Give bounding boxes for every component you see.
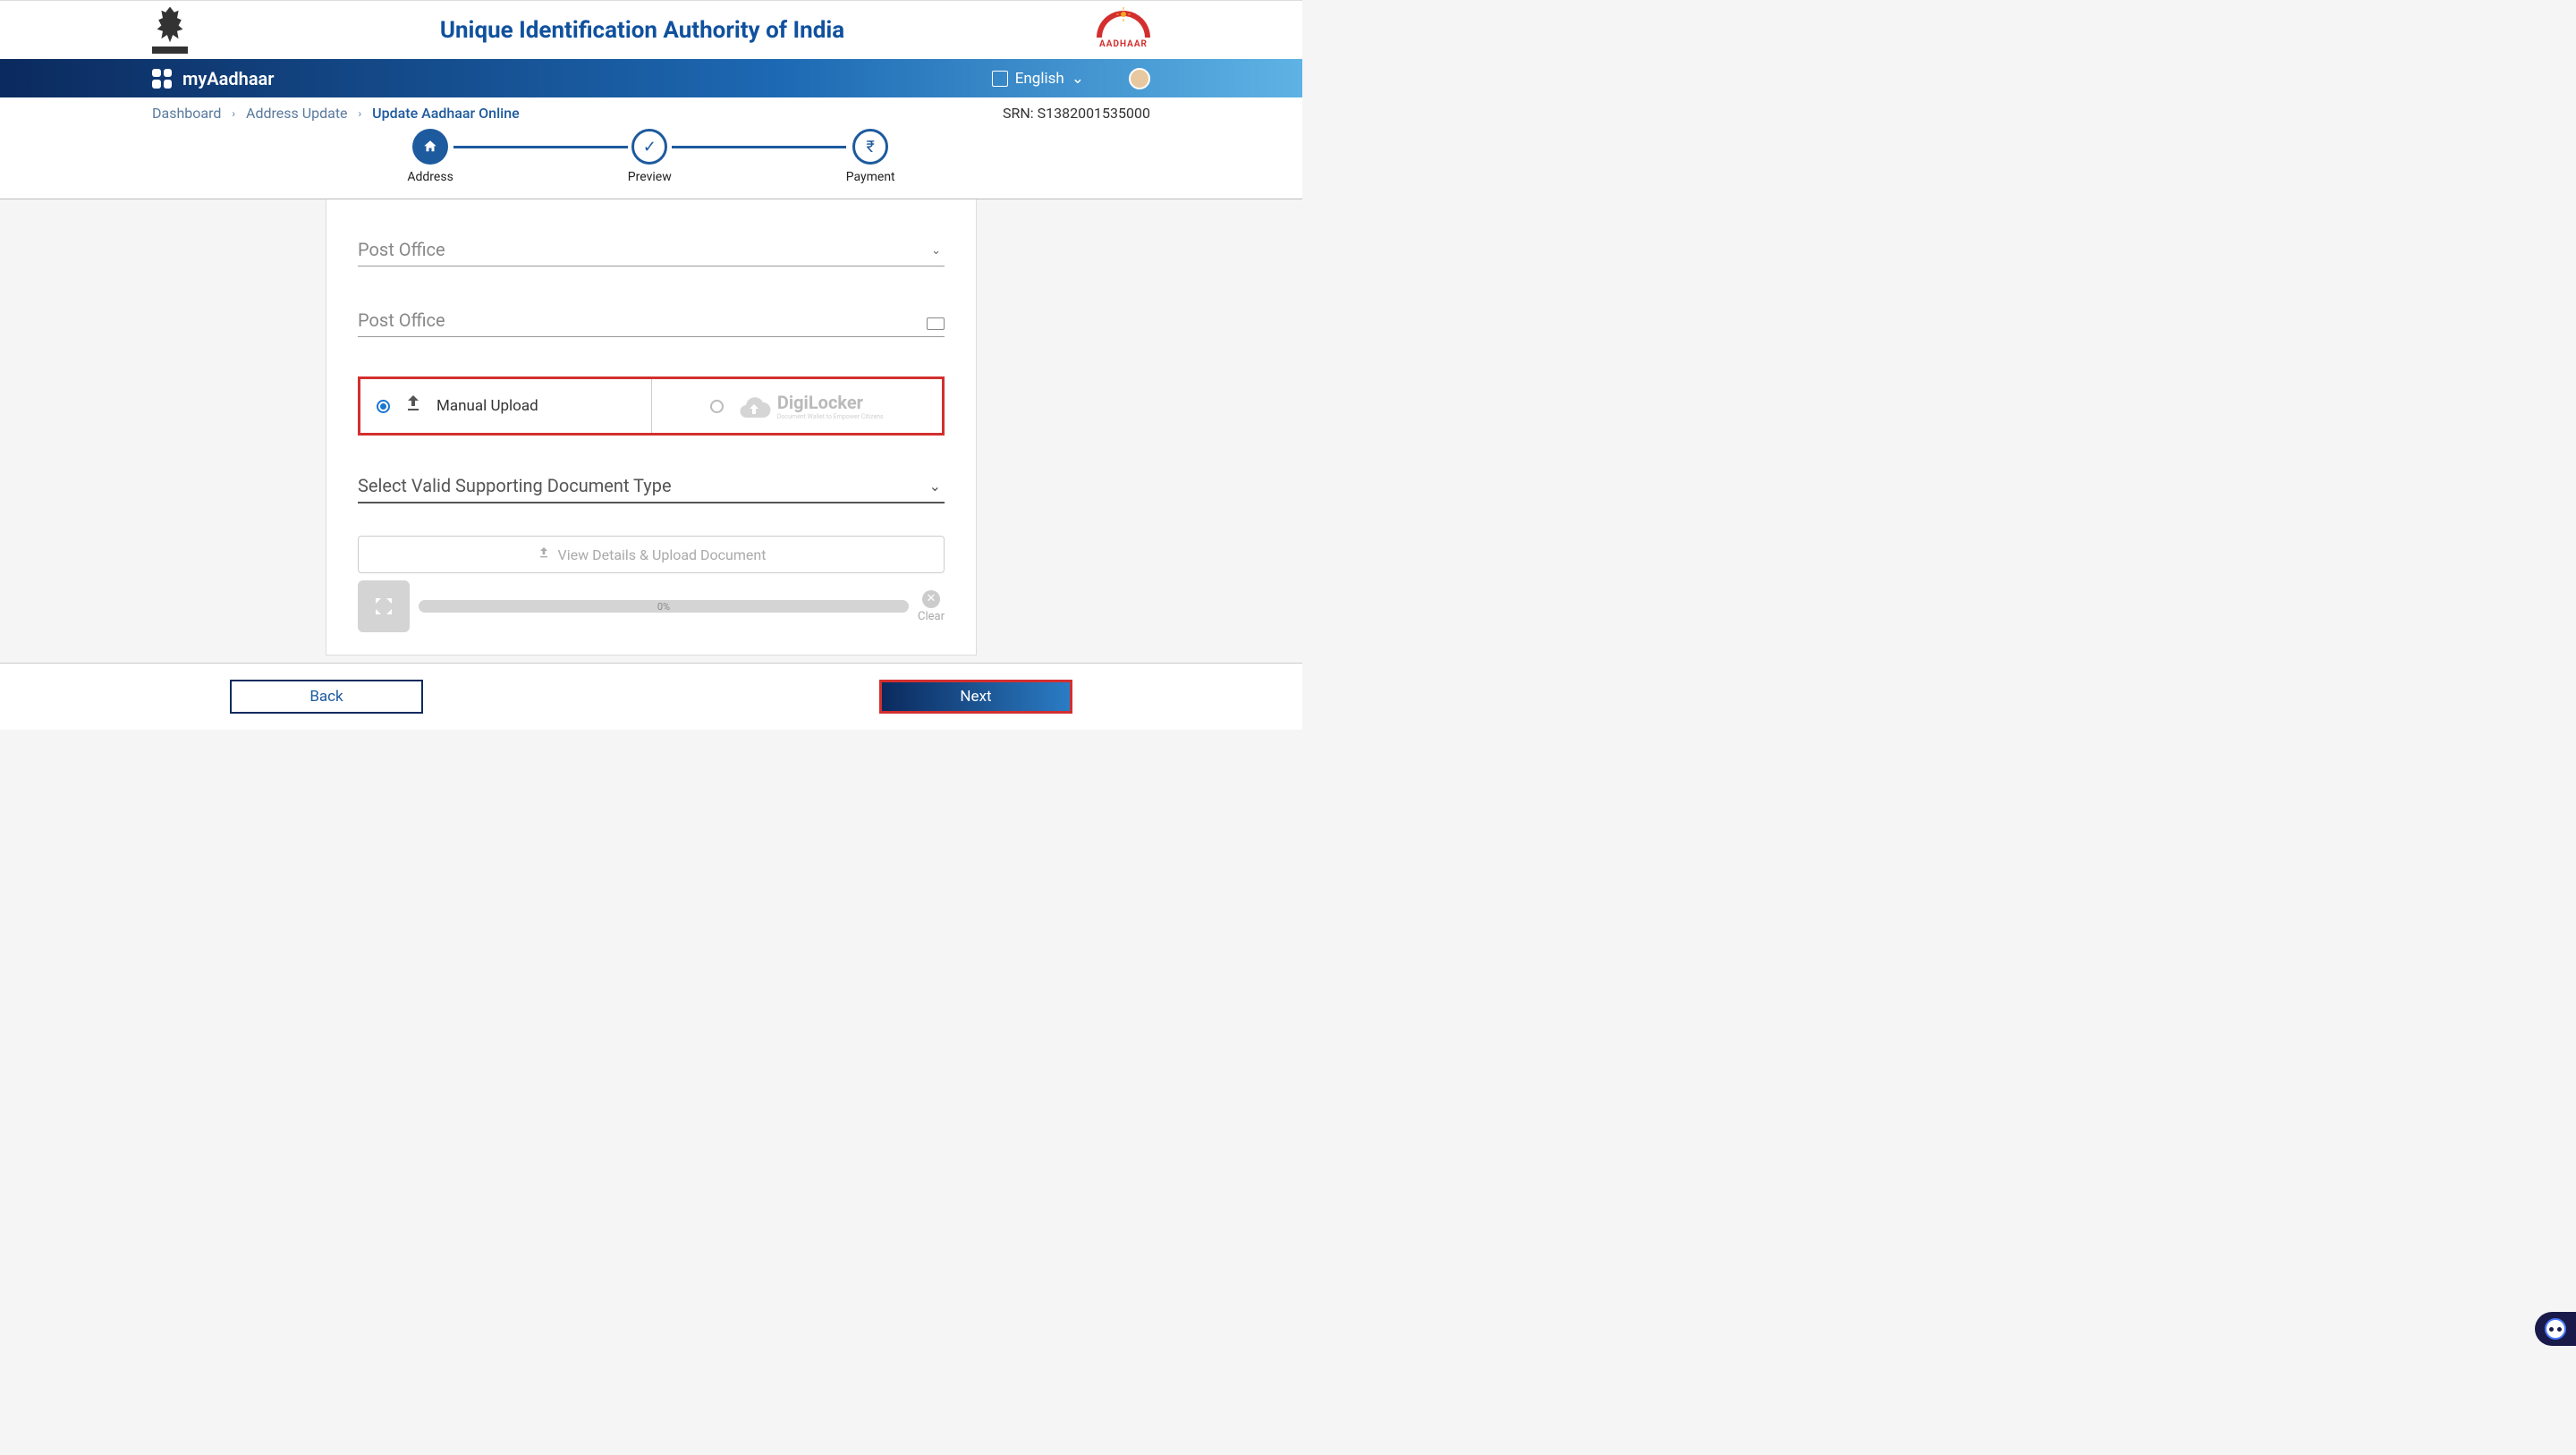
back-button[interactable]: Back: [230, 680, 423, 714]
document-type-label: Select Valid Supporting Document Type: [358, 475, 945, 503]
chevron-right-icon: ›: [359, 107, 362, 120]
aadhaar-rays-icon: [1097, 11, 1150, 38]
top-header: Unique Identification Authority of India…: [0, 0, 1302, 59]
upload-icon: [537, 546, 551, 563]
upload-method-options: Manual Upload DigiLocker Document Wallet…: [358, 376, 945, 436]
footer-actions: Back Next: [0, 663, 1302, 730]
document-type-select[interactable]: Select Valid Supporting Document Type ⌄: [358, 475, 945, 503]
step-label: Payment: [846, 170, 895, 184]
home-icon: [412, 129, 448, 165]
close-icon: ✕: [922, 590, 940, 608]
chevron-down-icon: ⌄: [931, 244, 941, 258]
emblem-icon: [156, 7, 184, 45]
breadcrumb-item-current: Update Aadhaar Online: [372, 105, 520, 122]
clear-upload-button[interactable]: ✕ Clear: [918, 590, 945, 623]
address-form-card: ⌄ Manual Upload DigiLocker Docume: [326, 199, 977, 656]
check-icon: ✓: [631, 129, 667, 165]
clear-label: Clear: [918, 610, 945, 623]
step-payment[interactable]: ₹ Payment: [846, 129, 895, 184]
stepper: Address ✓ Preview ₹ Payment: [0, 129, 1302, 199]
upload-progress-bar: 0%: [419, 600, 909, 613]
post-office-select[interactable]: ⌄: [358, 235, 945, 266]
radio-unchecked-icon[interactable]: [710, 400, 724, 413]
language-selector[interactable]: English ⌄: [992, 70, 1084, 88]
step-connector: [453, 146, 628, 148]
upload-button-label: View Details & Upload Document: [558, 546, 767, 563]
next-button[interactable]: Next: [879, 680, 1072, 714]
post-office-dropdown[interactable]: [358, 235, 945, 266]
expand-icon: [373, 596, 394, 617]
breadcrumb: Dashboard › Address Update › Update Aadh…: [152, 105, 520, 122]
cloud-icon: [736, 392, 772, 420]
step-label: Preview: [628, 170, 672, 184]
progress-percent: 0%: [657, 601, 670, 613]
radio-checked-icon[interactable]: [377, 400, 390, 413]
emblem-base: [152, 47, 188, 54]
chat-widget[interactable]: [2535, 1312, 2576, 1346]
upload-icon: [402, 393, 424, 419]
chatbot-face-icon: [2545, 1318, 2566, 1340]
translate-icon: [992, 71, 1008, 87]
breadcrumb-row: Dashboard › Address Update › Update Aadh…: [0, 97, 1302, 129]
content-area: ⌄ Manual Upload DigiLocker Docume: [0, 199, 1302, 682]
nav-brand-area[interactable]: myAadhaar: [152, 68, 275, 89]
rupee-icon: ₹: [852, 129, 888, 165]
chevron-down-icon: ⌄: [1072, 70, 1084, 88]
view-upload-button[interactable]: View Details & Upload Document: [358, 536, 945, 573]
user-avatar[interactable]: [1129, 68, 1150, 89]
step-preview[interactable]: ✓ Preview: [628, 129, 672, 184]
digilocker-logo: DigiLocker Document Wallet to Empower Ci…: [736, 392, 884, 420]
step-connector: [672, 146, 846, 148]
digilocker-label: DigiLocker: [777, 392, 884, 413]
manual-upload-option[interactable]: Manual Upload: [360, 379, 652, 433]
aadhaar-logo-text: AADHAAR: [1099, 39, 1148, 49]
digilocker-tagline: Document Wallet to Empower Citizens: [777, 413, 884, 420]
chevron-right-icon: ›: [232, 107, 235, 120]
srn-label: SRN: S1382001535000: [1003, 105, 1150, 122]
language-label: English: [1015, 70, 1064, 88]
breadcrumb-item[interactable]: Address Update: [246, 105, 348, 122]
brand-name: myAadhaar: [182, 68, 275, 89]
post-office-text-field[interactable]: [358, 306, 945, 337]
page-org-title: Unique Identification Authority of India: [440, 17, 844, 44]
breadcrumb-item[interactable]: Dashboard: [152, 105, 221, 122]
apps-grid-icon[interactable]: [152, 69, 172, 89]
expand-fullscreen-button[interactable]: [358, 580, 410, 632]
step-label: Address: [407, 170, 453, 184]
digilocker-option[interactable]: DigiLocker Document Wallet to Empower Ci…: [652, 379, 943, 433]
chevron-down-icon: ⌄: [929, 478, 941, 495]
manual-upload-label: Manual Upload: [436, 397, 538, 415]
navbar: myAadhaar English ⌄: [0, 59, 1302, 97]
aadhaar-logo: AADHAAR: [1097, 11, 1150, 49]
upload-progress-row: 0% ✕ Clear: [358, 580, 945, 632]
india-emblem: [152, 7, 188, 54]
step-address[interactable]: Address: [407, 129, 453, 184]
keyboard-icon[interactable]: [927, 317, 945, 330]
post-office-input[interactable]: [358, 306, 945, 337]
